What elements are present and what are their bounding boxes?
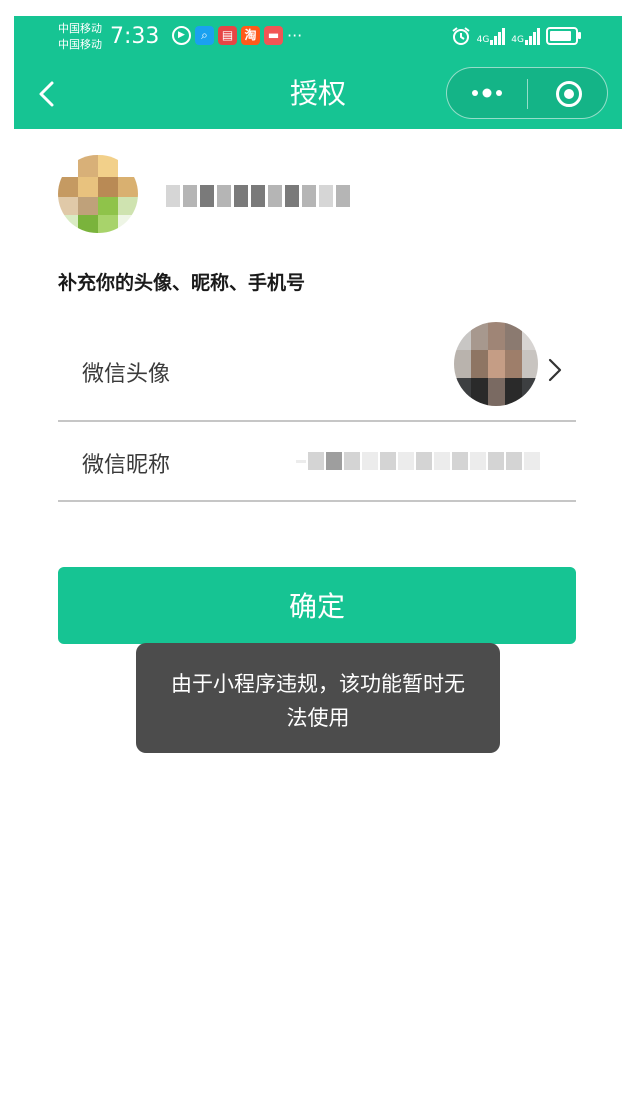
carrier-1: 中国移动 — [58, 22, 102, 35]
status-right: 4G 4G — [451, 26, 581, 46]
battery-icon — [546, 27, 581, 45]
alarm-icon — [451, 27, 470, 45]
avatar-row[interactable]: 微信头像 — [58, 322, 576, 422]
nickname-value-redacted[interactable] — [296, 452, 540, 470]
target-circle-icon[interactable] — [555, 80, 583, 108]
status-time: 7:33 — [110, 24, 160, 49]
section-title: 补充你的头像、昵称、手机号 — [58, 272, 306, 294]
avatar[interactable] — [454, 322, 538, 406]
book-app-icon: ▤ — [218, 26, 237, 45]
nickname-row[interactable]: 微信昵称 — [58, 422, 576, 502]
more-dots-icon: ··· — [287, 26, 303, 45]
signal-4g-icon: 4G — [511, 27, 540, 45]
carrier-2: 中国移动 — [58, 38, 102, 51]
red-app-icon: ▬ — [264, 26, 283, 45]
nickname-label: 微信昵称 — [82, 453, 171, 478]
status-bar: 中国移动 中国移动 7:33 ▶ ⌕ ▤ 淘 ▬ ··· 4G 4G — [14, 16, 622, 58]
capsule-menu — [446, 67, 608, 119]
search-app-icon: ⌕ — [195, 26, 214, 45]
nav-bar: 授权 — [14, 58, 622, 129]
signal-4g-icon: 4G — [477, 27, 506, 45]
notification-icons: ▶ ⌕ ▤ 淘 ▬ ··· — [172, 26, 302, 45]
more-dots-icon[interactable] — [469, 82, 505, 104]
carrier-labels: 中国移动 中国移动 — [58, 21, 102, 53]
video-play-icon: ▶ — [172, 26, 191, 45]
network-label-2: 4G — [511, 35, 524, 45]
app-logo — [58, 155, 138, 233]
avatar-label: 微信头像 — [82, 362, 171, 387]
taobao-app-icon: 淘 — [241, 26, 260, 45]
network-label-1: 4G — [476, 35, 490, 45]
chevron-right-icon — [548, 358, 562, 382]
toast-message: 由于小程序违规，该功能暂时无法使用 — [136, 643, 500, 753]
confirm-button[interactable]: 确定 — [58, 567, 576, 644]
app-name-redacted — [166, 185, 350, 207]
capsule-divider — [527, 79, 528, 109]
